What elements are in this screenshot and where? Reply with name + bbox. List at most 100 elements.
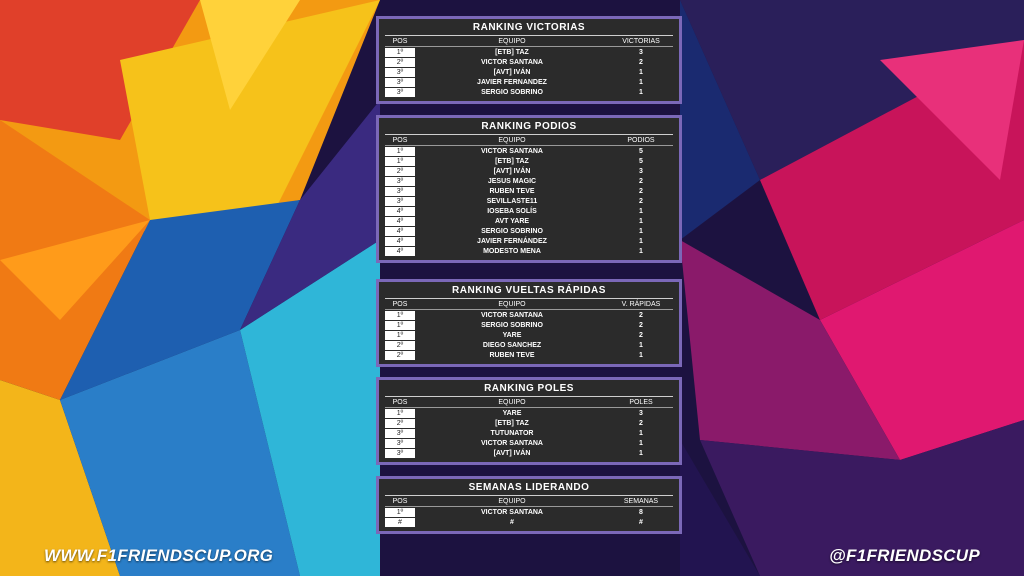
table-row: 2º [AVT] IVÁN 3 [385, 167, 673, 176]
pos-cell: 3º [385, 78, 415, 87]
pos-cell: 1º [385, 311, 415, 320]
value-cell: 1 [639, 430, 643, 437]
table-row: 4º SERGIO SOBRINO 1 [385, 227, 673, 236]
ranking-table: POS EQUIPO POLES 1º YARE 3 2º [ETB] TAZ 2 3º… [385, 398, 673, 459]
table-row: 3º SEVILLASTE11 2 [385, 197, 673, 206]
header-value: V. RÁPIDAS [609, 301, 673, 310]
header-value: SEMANAS [609, 498, 673, 507]
table-row: 3º TUTUNATOR 1 [385, 429, 673, 438]
value-cell: 1 [639, 238, 643, 245]
table-row: 1º YARE 3 [385, 409, 673, 418]
pos-cell: 4º [385, 237, 415, 246]
pos-cell: 3º [385, 197, 415, 206]
value-cell: 8 [639, 509, 643, 516]
value-cell: 1 [639, 352, 643, 359]
value-cell: 2 [639, 178, 643, 185]
value-cell: # [639, 519, 643, 526]
table-row: 2º [ETB] TAZ 2 [385, 419, 673, 428]
table-row: 2º RUBEN TEVE 1 [385, 351, 673, 360]
header-pos: POS [385, 498, 415, 507]
pos-cell: 2º [385, 419, 415, 428]
pos-cell: 3º [385, 88, 415, 97]
ranking-table: POS EQUIPO PODIOS 1º VICTOR SANTANA 5 1º [E… [385, 136, 673, 257]
panel-title: RANKING PODIOS [385, 120, 673, 135]
panel-ranking-vueltas-rapidas: RANKING VUELTAS RÁPIDAS POS EQUIPO V. RÁ… [376, 279, 682, 367]
value-cell: 1 [639, 89, 643, 96]
table-row: 4º MODESTO MENA 1 [385, 247, 673, 256]
table-row: 3º RUBEN TEVE 2 [385, 187, 673, 196]
value-cell: 1 [639, 218, 643, 225]
table-row: 1º YARE 2 [385, 331, 673, 340]
table-row: 3º JAVIER FERNANDEZ 1 [385, 78, 673, 87]
table-row: 1º VICTOR SANTANA 2 [385, 311, 673, 320]
pos-cell: 3º [385, 177, 415, 186]
header-row: POS EQUIPO V. RÁPIDAS [385, 301, 673, 310]
header-row: POS EQUIPO PODIOS [385, 137, 673, 146]
team-cell: # [510, 519, 514, 526]
pos-cell: 1º [385, 409, 415, 418]
value-cell: 1 [639, 79, 643, 86]
table-row: 4º IOSEBA SOLÍS 1 [385, 207, 673, 216]
table-row: 3º VICTOR SANTANA 1 [385, 439, 673, 448]
team-cell: VICTOR SANTANA [481, 440, 543, 447]
pos-cell: 1º [385, 157, 415, 166]
ranking-table: POS EQUIPO V. RÁPIDAS 1º VICTOR SANTANA 2 … [385, 300, 673, 361]
header-pos: POS [385, 301, 415, 310]
value-cell: 1 [639, 228, 643, 235]
table-row: 4º AVT YARE 1 [385, 217, 673, 226]
pos-cell: 2º [385, 341, 415, 350]
panel-ranking-poles: RANKING POLES POS EQUIPO POLES 1º YARE 3 2… [376, 377, 682, 465]
value-cell: 2 [639, 59, 643, 66]
team-cell: RUBEN TEVE [489, 188, 535, 195]
pos-cell: 2º [385, 351, 415, 360]
team-cell: VICTOR SANTANA [481, 312, 543, 319]
team-cell: JAVIER FERNANDEZ [477, 79, 547, 86]
team-cell: [ETB] TAZ [495, 420, 529, 427]
pos-cell: 2º [385, 167, 415, 176]
header-value: VICTORIAS [609, 38, 673, 47]
team-cell: [ETB] TAZ [495, 49, 529, 56]
team-cell: RUBEN TEVE [489, 352, 535, 359]
table-row: 1º VICTOR SANTANA 5 [385, 147, 673, 156]
website-link[interactable]: WWW.F1FRIENDSCUP.ORG [44, 546, 273, 566]
value-cell: 3 [639, 168, 643, 175]
value-cell: 2 [639, 322, 643, 329]
value-cell: 1 [639, 69, 643, 76]
value-cell: 1 [639, 248, 643, 255]
team-cell: TUTUNATOR [490, 430, 534, 437]
header-pos: POS [385, 399, 415, 408]
table-row: 3º SERGIO SOBRINO 1 [385, 88, 673, 97]
value-cell: 1 [639, 450, 643, 457]
team-cell: DIEGO SANCHEZ [482, 342, 542, 349]
social-handle[interactable]: @F1FRIENDSCUP [829, 546, 980, 566]
header-equipo: EQUIPO [415, 301, 609, 310]
team-cell: YARE [502, 410, 522, 417]
pos-cell: 3º [385, 449, 415, 458]
table-row: 4º JAVIER FERNÁNDEZ 1 [385, 237, 673, 246]
ranking-table: POS EQUIPO SEMANAS 1º VICTOR SANTANA 8 # # # [385, 497, 673, 528]
pos-cell: 4º [385, 227, 415, 236]
panel-ranking-victorias: RANKING VICTORIAS POS EQUIPO VICTORIAS 1… [376, 16, 682, 104]
value-cell: 2 [639, 332, 643, 339]
panel-ranking-podios: RANKING PODIOS POS EQUIPO PODIOS 1º VICTO… [376, 115, 682, 263]
header-pos: POS [385, 38, 415, 47]
team-cell: IOSEBA SOLÍS [487, 208, 537, 215]
team-cell: VICTOR SANTANA [481, 509, 543, 516]
header-value: PODIOS [609, 137, 673, 146]
pos-cell: 1º [385, 331, 415, 340]
header-row: POS EQUIPO VICTORIAS [385, 38, 673, 47]
pos-cell: 4º [385, 247, 415, 256]
pos-cell: 1º [385, 147, 415, 156]
header-pos: POS [385, 137, 415, 146]
table-row: 3º [AVT] IVÁN 1 [385, 449, 673, 458]
pos-cell: 4º [385, 217, 415, 226]
header-equipo: EQUIPO [415, 399, 609, 408]
panel-title: RANKING POLES [385, 382, 673, 397]
team-cell: [AVT] IVÁN [493, 168, 531, 175]
table-row: 1º [ETB] TAZ 3 [385, 48, 673, 57]
table-row: # # # [385, 518, 673, 527]
team-cell: SERGIO SOBRINO [481, 89, 543, 96]
team-cell: SERGIO SOBRINO [481, 322, 543, 329]
table-row: 3º [AVT] IVÁN 1 [385, 68, 673, 77]
table-row: 2º VICTOR SANTANA 2 [385, 58, 673, 67]
